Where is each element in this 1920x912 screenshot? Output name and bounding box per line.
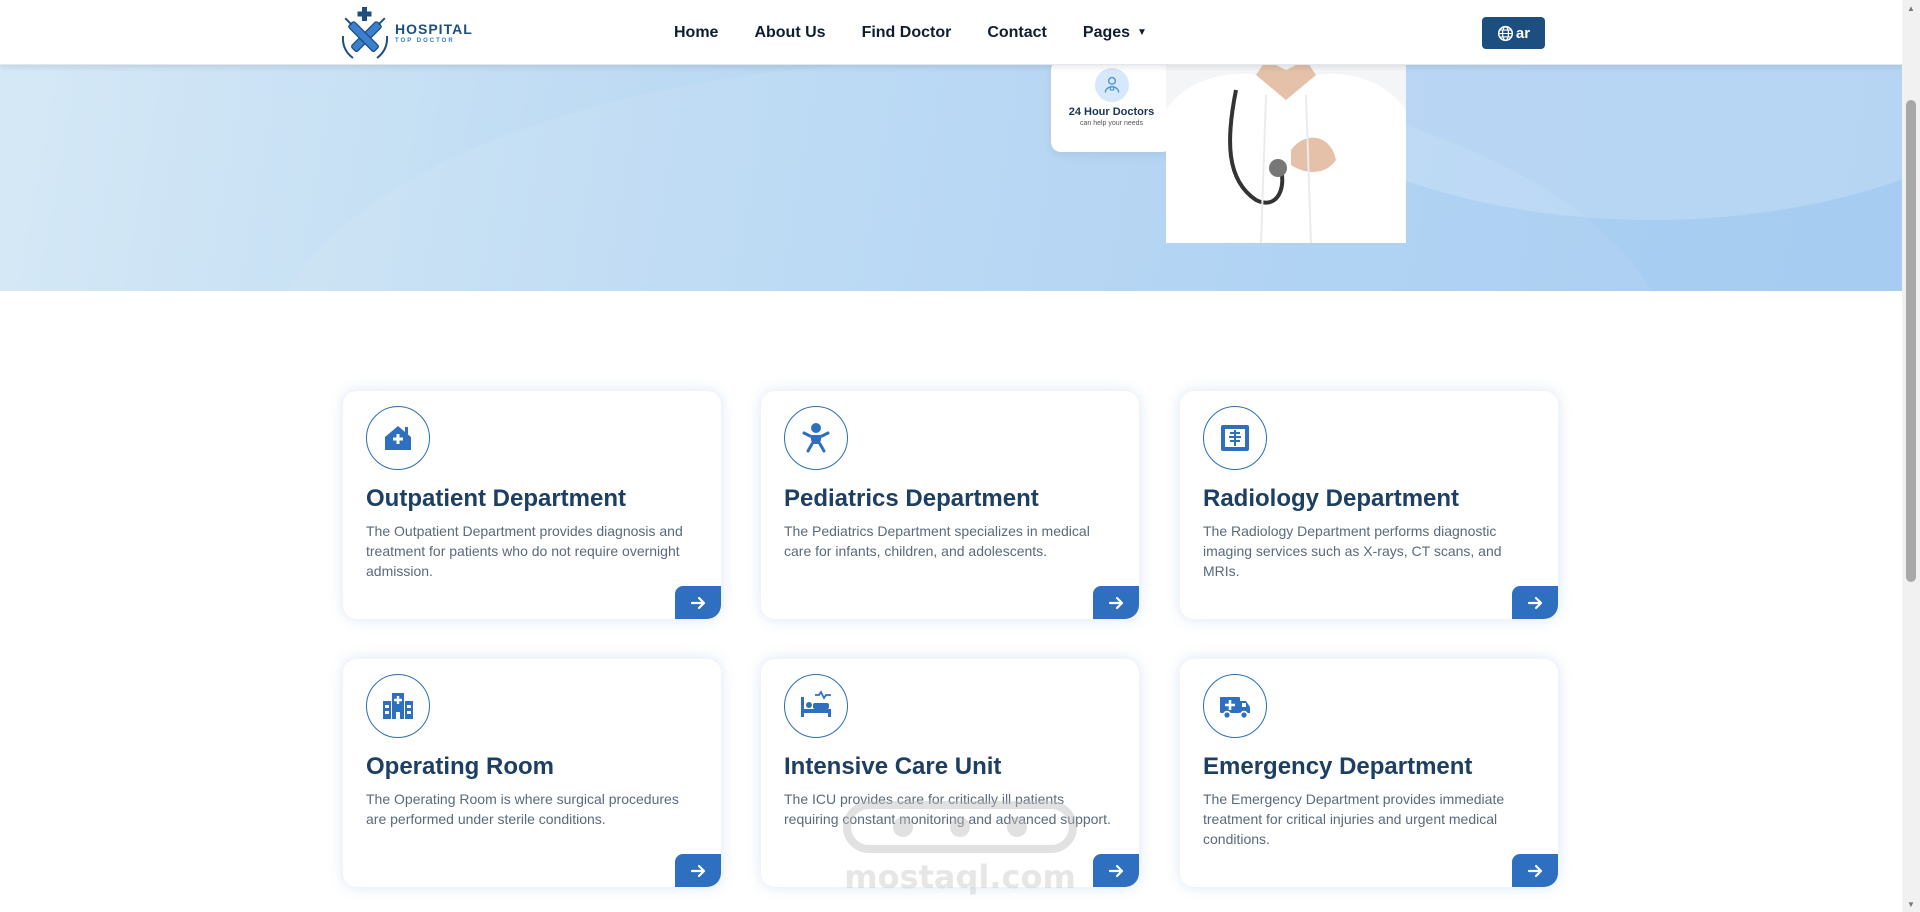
scroll-up-arrow-icon[interactable]: ▲: [1902, 0, 1920, 16]
card-title: Outpatient Department: [366, 485, 627, 512]
card-arrow-button[interactable]: [1093, 854, 1139, 887]
card-title: Intensive Care Unit: [784, 753, 1002, 780]
nav-about-label: About Us: [754, 23, 826, 41]
nav-contact-label: Contact: [987, 23, 1047, 41]
icon-frame: [1203, 406, 1267, 470]
icon-frame: [1203, 674, 1267, 738]
nav-about-us[interactable]: About Us: [754, 24, 825, 42]
icon-frame: [366, 406, 430, 470]
department-card-operating-room: Operating Room The Operating Room is whe…: [343, 659, 721, 887]
department-card-radiology: Radiology Department The Radiology Depar…: [1180, 391, 1558, 619]
arrow-right-icon: [690, 596, 706, 609]
nav-home-label: Home: [674, 23, 719, 41]
doctor-icon: [1094, 68, 1129, 102]
card-title: Emergency Department: [1203, 753, 1473, 780]
hospital-bed-icon: [801, 690, 831, 717]
scroll-down-arrow-icon[interactable]: ▼: [1902, 896, 1920, 912]
card-description: The Pediatrics Department specializes in…: [784, 523, 1090, 559]
arrow-right-icon: [690, 864, 706, 877]
globe-icon: [1497, 25, 1513, 41]
card-arrow-button[interactable]: [1093, 586, 1139, 619]
card-title: Radiology Department: [1203, 485, 1460, 512]
language-switch-button[interactable]: ar: [1482, 17, 1545, 49]
arrow-right-icon: [1527, 596, 1543, 609]
nav-find-doctor[interactable]: Find Doctor: [862, 24, 952, 42]
nav-home[interactable]: Home: [674, 24, 718, 42]
page-scrollbar[interactable]: ▲ ▼: [1902, 0, 1920, 912]
icon-frame: [784, 406, 848, 470]
language-label: ar: [1515, 24, 1531, 42]
scrollbar-thumb[interactable]: [1906, 100, 1916, 582]
page: 24 Hour Doctors can help your needs HOSP…: [0, 0, 1902, 912]
logo-title: HOSPITAL: [395, 21, 473, 37]
hospital-building-icon: [383, 693, 413, 719]
card-arrow-button[interactable]: [1512, 586, 1558, 619]
arrow-right-icon: [1108, 596, 1124, 609]
department-card-emergency: Emergency Department The Emergency Depar…: [1180, 659, 1558, 887]
site-header: HOSPITAL TOP DOCTOR Home About Us Find D…: [0, 0, 1902, 65]
logo-syringes-icon: [341, 7, 389, 59]
card-description: The Emergency Department provides immedi…: [1203, 791, 1505, 847]
site-logo[interactable]: HOSPITAL TOP DOCTOR: [337, 6, 477, 60]
card-title: Pediatrics Department: [784, 485, 1039, 512]
nav-contact[interactable]: Contact: [987, 24, 1047, 42]
nav-find-doctor-label: Find Doctor: [861, 23, 952, 41]
department-card-outpatient: Outpatient Department The Outpatient Dep…: [343, 391, 721, 619]
card-arrow-button[interactable]: [675, 586, 721, 619]
card-arrow-button[interactable]: [1512, 854, 1558, 887]
arrow-right-icon: [1108, 864, 1124, 877]
arrow-right-icon: [1527, 864, 1543, 877]
card-description: The Operating Room is where surgical pro…: [366, 791, 679, 827]
icon-frame: [366, 674, 430, 738]
card-title: Operating Room: [366, 753, 555, 780]
card-arrow-button[interactable]: [675, 854, 721, 887]
card-description: The ICU provides care for critically ill…: [784, 791, 1111, 827]
xray-icon: [1221, 425, 1249, 451]
card-description: The Outpatient Department provides diagn…: [366, 523, 683, 579]
logo-subtitle: TOP DOCTOR: [395, 38, 455, 44]
nav-pages-label: Pages: [1082, 23, 1131, 41]
clinic-house-icon: [385, 426, 411, 450]
department-card-icu: Intensive Care Unit The ICU provides car…: [761, 659, 1139, 887]
icon-frame: [784, 674, 848, 738]
doc-card-subtitle: can help your needs: [1079, 120, 1144, 127]
baby-icon: [802, 423, 830, 453]
doctors-24h-card: 24 Hour Doctors can help your needs: [1051, 60, 1172, 152]
ambulance-icon: [1220, 697, 1250, 720]
department-card-pediatrics: Pediatrics Department The Pediatrics Dep…: [761, 391, 1139, 619]
card-description: The Radiology Department performs diagno…: [1203, 523, 1502, 579]
caret-down-icon: ▼: [1137, 27, 1147, 38]
doc-card-title: 24 Hour Doctors: [1068, 106, 1155, 118]
nav-pages-dropdown[interactable]: Pages ▼: [1083, 24, 1147, 42]
main-nav: Home About Us Find Doctor Contact Pages …: [674, 0, 1183, 65]
